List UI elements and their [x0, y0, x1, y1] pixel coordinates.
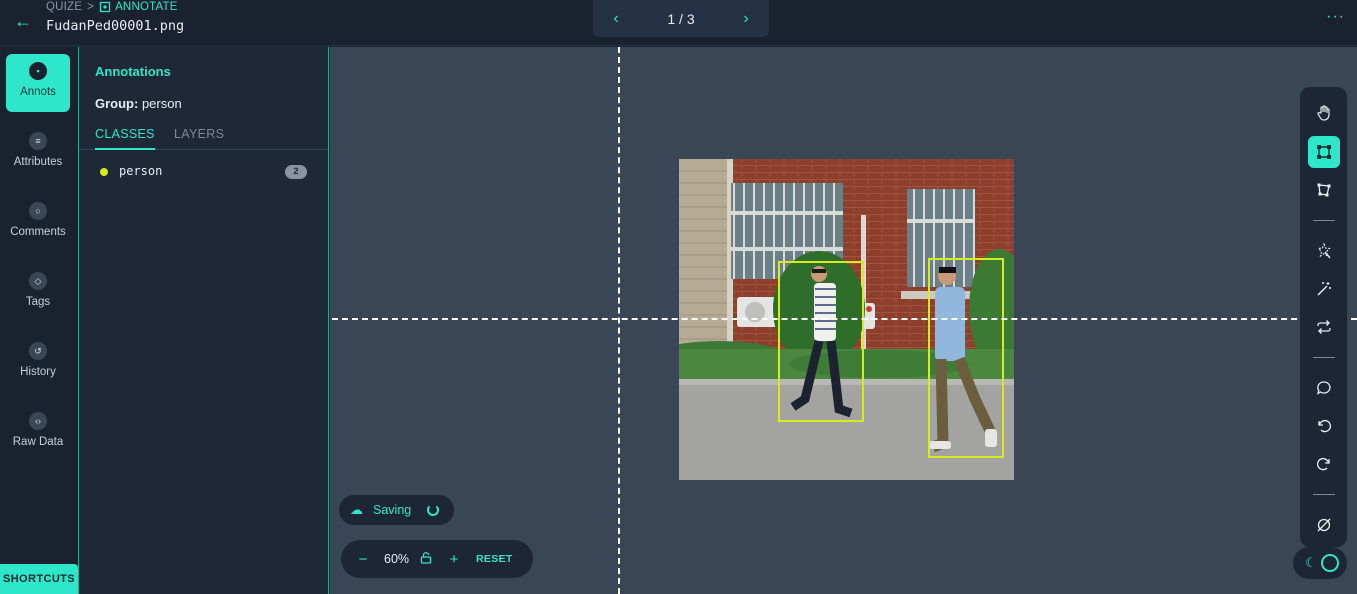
- zoom-level: 60%: [384, 552, 410, 566]
- annotation-canvas[interactable]: ☁ Saving − 60% + RESET ☾: [330, 47, 1357, 594]
- panel-title: Annotations: [95, 64, 171, 79]
- left-rail: ▪ Annots ≡ Attributes ○ Comments ◇ Tags …: [0, 47, 79, 594]
- polygon-icon[interactable]: [1308, 174, 1340, 206]
- chevron-right-icon[interactable]: ›: [739, 10, 753, 28]
- rail-item-label: History: [20, 366, 56, 378]
- magic-wand-icon[interactable]: [1308, 273, 1340, 305]
- class-item-person[interactable]: person 2: [95, 162, 313, 180]
- rail-item-attributes[interactable]: ≡ Attributes: [6, 124, 70, 182]
- bounding-box-person-1[interactable]: [778, 261, 864, 422]
- class-name: person: [119, 164, 163, 178]
- saving-label: Saving: [373, 503, 412, 517]
- rail-item-tags[interactable]: ◇ Tags: [6, 264, 70, 322]
- rail-item-label: Annots: [20, 86, 56, 98]
- redo-icon[interactable]: [1308, 448, 1340, 480]
- breadcrumb-root[interactable]: QUIZE: [46, 1, 82, 13]
- theme-toggle[interactable]: ☾: [1293, 547, 1347, 579]
- crosshair-vertical: [618, 47, 620, 594]
- rail-item-history[interactable]: ↺ History: [6, 334, 70, 392]
- magic-select-icon[interactable]: [1308, 235, 1340, 267]
- rail-item-label: Comments: [10, 226, 66, 238]
- back-arrow-icon[interactable]: ←: [12, 10, 34, 32]
- zoom-controls: − 60% + RESET: [341, 540, 533, 578]
- group-label: Group:: [95, 96, 139, 111]
- breadcrumb-current: ANNOTATE: [99, 1, 178, 13]
- page-counter: 1 / 3: [667, 10, 695, 27]
- rail-item-comments[interactable]: ○ Comments: [6, 194, 70, 252]
- saving-indicator: ☁ Saving: [339, 495, 454, 525]
- rail-item-raw-data[interactable]: ‹› Raw Data: [6, 404, 70, 462]
- image-pager: ‹ 1 / 3 ›: [593, 0, 769, 37]
- class-count-badge: 2: [285, 165, 307, 179]
- annotation-icon: ▪: [29, 62, 47, 80]
- annotations-panel: Annotations Group: person CLASSES LAYERS…: [79, 47, 329, 594]
- moon-icon: ☾: [1305, 555, 1317, 570]
- class-color-dot: [100, 168, 108, 176]
- rail-item-label: Attributes: [13, 156, 63, 168]
- toolbar-divider: [1313, 220, 1335, 221]
- crosshair-horizontal: [332, 318, 1357, 320]
- tool-palette: [1300, 87, 1347, 547]
- group-value: person: [141, 96, 182, 111]
- comment-icon[interactable]: [1308, 372, 1340, 404]
- zoom-out-button[interactable]: −: [355, 551, 371, 568]
- rail-item-label: Tags: [25, 296, 51, 308]
- breadcrumb-separator: >: [87, 1, 95, 13]
- bounding-box-person-2[interactable]: [928, 258, 1004, 458]
- lock-open-icon[interactable]: [420, 551, 432, 567]
- breadcrumb-current-label: ANNOTATE: [115, 1, 178, 13]
- undo-icon[interactable]: [1308, 410, 1340, 442]
- chevron-left-icon[interactable]: ‹: [609, 10, 623, 28]
- clear-icon[interactable]: [1308, 509, 1340, 541]
- group-info: Group: person: [95, 96, 182, 111]
- rail-item-label: Raw Data: [12, 436, 64, 448]
- history-icon: ↺: [29, 342, 47, 360]
- bounding-box-icon[interactable]: [1308, 136, 1340, 168]
- tab-classes[interactable]: CLASSES: [95, 127, 155, 150]
- toggle-knob: [1321, 554, 1339, 572]
- shortcuts-button[interactable]: SHORTCUTS: [0, 564, 78, 594]
- list-icon: ≡: [29, 132, 47, 150]
- more-horizontal-icon[interactable]: ···: [1326, 8, 1345, 26]
- tab-layers[interactable]: LAYERS: [174, 127, 224, 141]
- toolbar-divider: [1313, 357, 1335, 358]
- cloud-icon: ☁: [350, 502, 363, 517]
- repeat-icon[interactable]: [1308, 311, 1340, 343]
- panel-tabs: CLASSES LAYERS: [79, 125, 328, 150]
- top-bar: ← QUIZE > ANNOTATE FudanPed00001.png ‹ 1…: [0, 0, 1357, 46]
- spinner-icon: [427, 504, 440, 516]
- tag-icon: ◇: [29, 272, 47, 290]
- annotate-icon: [99, 1, 111, 13]
- file-name: FudanPed00001.png: [46, 18, 185, 34]
- toolbar-divider: [1313, 494, 1335, 495]
- zoom-in-button[interactable]: +: [446, 551, 462, 568]
- breadcrumb: QUIZE > ANNOTATE: [46, 1, 178, 13]
- comment-icon: ○: [29, 202, 47, 220]
- code-icon: ‹›: [29, 412, 47, 430]
- rail-item-annots[interactable]: ▪ Annots: [6, 54, 70, 112]
- hand-icon[interactable]: [1308, 97, 1340, 129]
- reset-zoom-button[interactable]: RESET: [476, 553, 513, 565]
